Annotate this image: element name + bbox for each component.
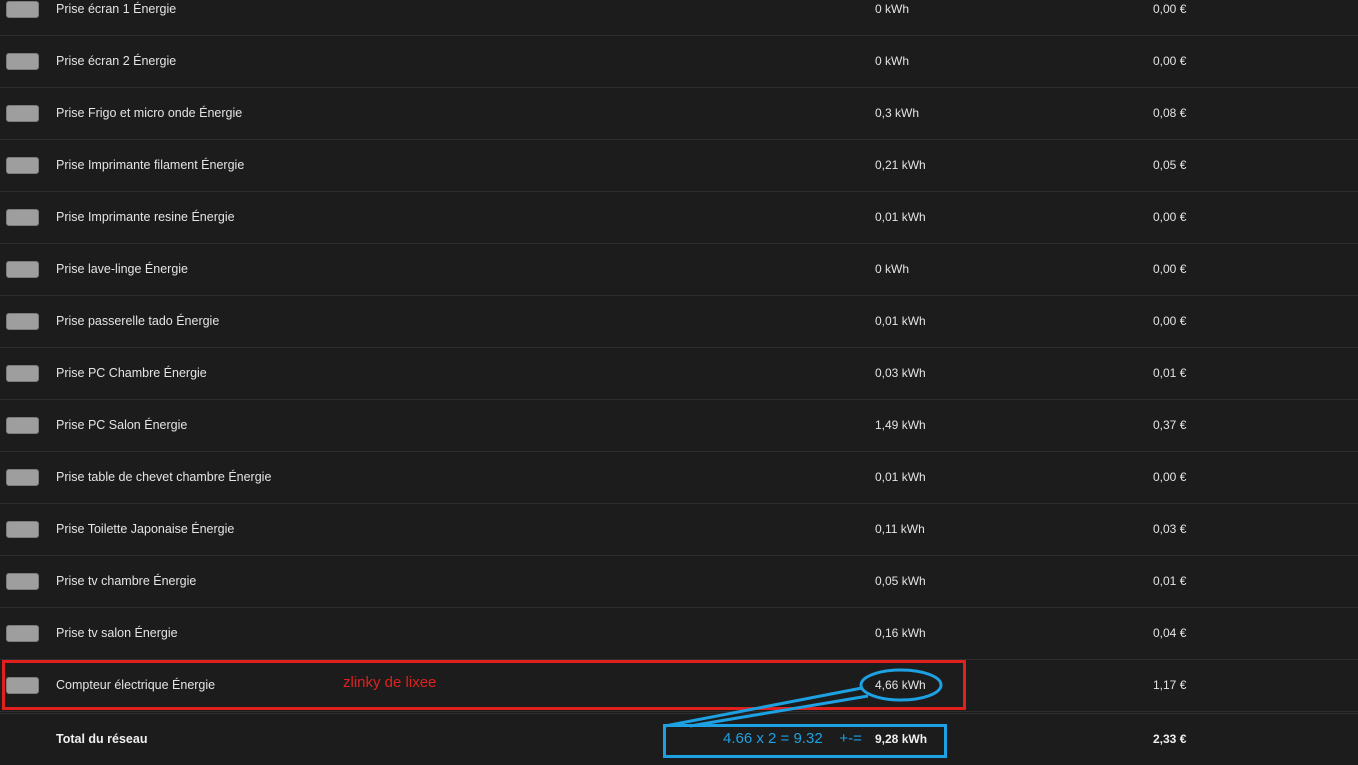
- blue-annotation-text: 4.66 x 2 = 9.32 +-=: [723, 730, 862, 747]
- blue-connector-line-1: [664, 686, 863, 728]
- blue-connector-line-2: [689, 694, 869, 728]
- blue-circle: [859, 668, 943, 702]
- blue-annotation-drawing: [664, 668, 943, 728]
